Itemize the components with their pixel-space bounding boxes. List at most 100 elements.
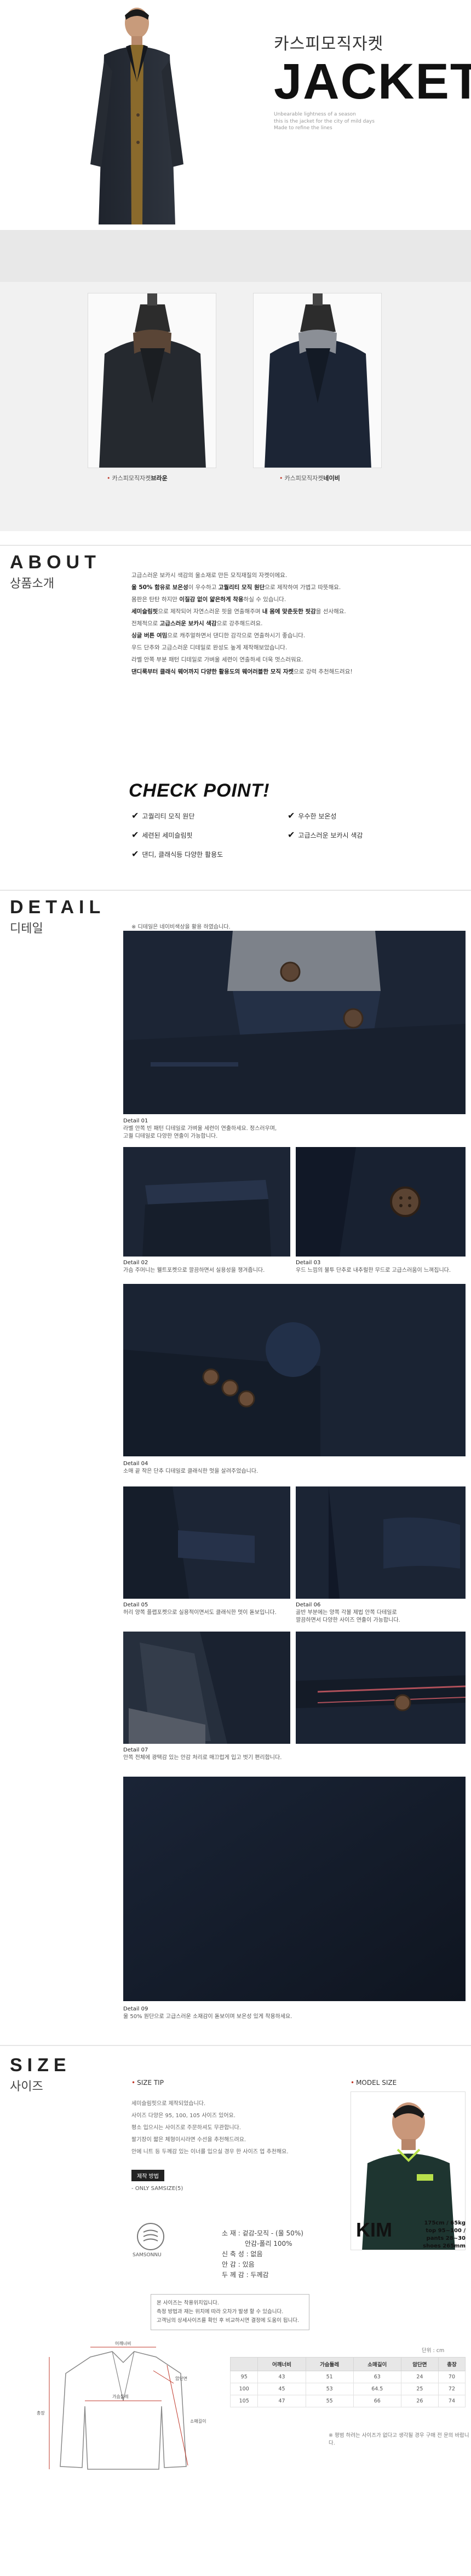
check-point-item: ✔ 세련된 세미슬림핏: [131, 829, 193, 840]
detail-photo-05: [123, 1486, 290, 1599]
about-highlight: 고퀄리티 모직 원단: [218, 584, 265, 591]
table-cell: 53: [305, 2383, 354, 2395]
fit-badge: 제작 방법: [131, 2170, 164, 2181]
spec-line: 소 재 : 겉감-모직 - (울 50%): [222, 2229, 303, 2237]
table-cell: 66: [353, 2395, 401, 2407]
table-cell: 63: [353, 2371, 401, 2383]
caption-detail-04: Detail 04 소매 끝 작은 단추 디테일로 클래식한 멋을 살려주었습니…: [123, 1460, 258, 1476]
check-point-item: ✔ 고퀄리티 모직 원단: [131, 810, 194, 821]
hero-subtitle-line: Unbearable lightness of a season: [274, 112, 356, 117]
hero-section: 카스피모직자켓 JACKET Unbearable lightness of a…: [0, 0, 471, 230]
table-cell: 26: [400, 2395, 439, 2407]
diagram-label: 어깨너비: [115, 2341, 131, 2346]
hero-title-en: JACKET: [274, 54, 471, 110]
table-row: 105 47 55 66 26 74: [229, 2395, 466, 2407]
color-card-navy: [253, 293, 382, 468]
caption-text: 안쪽 전체에 광택감 있는 안감 처리로 매끄럽게 입고 벗기 편리합니다.: [123, 1755, 282, 1761]
detail-heading-en: DETAIL: [10, 897, 106, 918]
detail-04-image: [123, 1284, 466, 1456]
table-row: 95 43 51 63 24 70: [229, 2371, 466, 2383]
detail-heading-ko: 디테일: [10, 922, 43, 936]
about-heading-en: ABOUT: [10, 552, 101, 573]
size-table-header: 암단면: [400, 2357, 439, 2371]
about-heading: ABOUT 상품소개: [10, 553, 101, 591]
about-text-span: 으로 강력 추천해드려요!: [294, 669, 353, 675]
diagram-label: 총장: [37, 2410, 45, 2416]
model-info-line: top 95~100 / pants 28~30: [426, 2228, 466, 2241]
model-size-title-text: MODEL SIZE: [356, 2079, 397, 2087]
diagram-label: 암단면: [175, 2376, 187, 2381]
color-label-brown: • 카스피모직자켓브라운: [107, 474, 168, 482]
bullet-dot-icon: •: [131, 2079, 136, 2087]
size-tip-line: 세미슬림핏으로 제작되었습니다.: [131, 2101, 206, 2107]
detail-photo-04: [123, 1284, 466, 1456]
check-point-label: 우수한 보온성: [298, 812, 337, 820]
check-point-item: ✔ 우수한 보온성: [288, 810, 336, 821]
caption-detail-02: Detail 02 가슴 주머니는 웰트포켓으로 깔끔하면서 실용성을 챙겨줍니…: [123, 1259, 265, 1275]
check-icon: ✔: [131, 849, 139, 859]
table-cell: 43: [257, 2371, 306, 2383]
about-text-span: 으로 캐주얼하면서 댄디한 감각으로 연출하시기 좋습니다.: [167, 632, 306, 639]
caption-id: Detail 09: [123, 2006, 148, 2012]
size-diagram: 어깨너비 가슴둘레 총장 소매길이 암단면: [30, 2341, 216, 2477]
about-highlight: 울 50% 함유로 보온성: [131, 584, 188, 591]
check-icon: ✔: [288, 829, 295, 840]
caption-id: Detail 02: [123, 1260, 148, 1266]
table-cell: 55: [305, 2395, 354, 2407]
about-description: 고급스러운 보카시 색감의 울소재로 만든 모직재질의 자켓이에요. 울 50% …: [131, 569, 460, 678]
model-photo: [82, 0, 192, 224]
size-tip-title-text: SIZE TIP: [137, 2079, 164, 2087]
about-heading-ko: 상품소개: [10, 577, 54, 591]
caption-detail-05: Detail 05 허리 양쪽 플랩포켓으로 실용적이면서도 클래식한 멋이 돋…: [123, 1601, 277, 1617]
size-tip-line: 팔기장이 짧은 체형이시라면 수선을 추천해드려요.: [131, 2137, 246, 2143]
table-unit: 단위 : cm: [422, 2348, 445, 2354]
table-cell: 45: [257, 2383, 306, 2395]
hero-title-ko: 카스피모직자켓: [274, 34, 384, 54]
size-tip-line: 사이즈 다양은 95, 100, 105 사이즈 있어요.: [131, 2113, 236, 2119]
color-options-section: • 카스피모직자켓브라운 • 카스피모직자켓네이비: [0, 230, 471, 531]
detail-08-image: [296, 1632, 466, 1744]
about-text-span: 라벨 안쪽 부분 패턴 디테일로 가벼울 세련이 연출하세 더욱 멋스러워요.: [131, 656, 303, 663]
fabric-icon-label: SAMSONNU: [133, 2252, 162, 2258]
detail-photo-02: [123, 1147, 290, 1257]
size-table: 어깨너비 가슴둘레 소매길이 암단면 총장 95 43 51 63 24 70 …: [229, 2357, 466, 2407]
detail-03-image: [296, 1147, 466, 1257]
about-line: 전체적으로 고급스러운 보카시 색감으로 강추해드려요.: [131, 618, 460, 630]
about-line: 우드 단추와 고급스러운 디테일로 완성도 높게 제작해보았습니다.: [131, 642, 460, 654]
detail-note: ※ 디테일은 네이비색상을 활용 하였습니다.: [131, 924, 231, 930]
caption-text: 소매 끝 작은 단추 디테일로 클래식한 멋을 살려주었습니다.: [123, 1468, 259, 1474]
about-highlight: 싱글 버튼 여밈: [131, 632, 168, 639]
color-card-brown: [88, 293, 216, 468]
caption-id: Detail 03: [296, 1260, 321, 1266]
product-page: 카스피모직자켓 JACKET Unbearable lightness of a…: [0, 0, 471, 2576]
about-line: 울 50% 함유로 보온성이 우수하고 고퀄리티 모직 원단으로 제작하여 가볍…: [131, 581, 460, 593]
size-table-header: 어깨너비: [257, 2357, 306, 2371]
hero-title-block: 카스피모직자켓 JACKET Unbearable lightness of a…: [274, 30, 471, 132]
mannequin-navy-image: [254, 293, 381, 468]
spec-line: 안 감 : 있음: [222, 2261, 255, 2268]
table-cell: 70: [438, 2371, 466, 2383]
bullet-dot-icon: •: [107, 475, 111, 482]
table-cell: 25: [400, 2383, 439, 2395]
detail-photo-06: [296, 1486, 466, 1599]
detail-photo-03: [296, 1147, 466, 1257]
about-line: 고급스러운 보카시 색감의 울소재로 만든 모직재질의 자켓이에요.: [131, 569, 460, 581]
check-point-label: 고급스러운 보카시 색감: [298, 832, 363, 839]
table-cell: 74: [438, 2395, 466, 2407]
about-line: 싱글 버튼 여밈으로 캐주얼하면서 댄디한 감각으로 연출하시기 좋습니다.: [131, 630, 460, 642]
about-text-span: 고급스러운 보카시 색감의 울소재로 만든 모직재질의 자켓이에요.: [131, 572, 288, 579]
model-info-line: 175cm / 65kg: [424, 2220, 466, 2226]
caption-text: 라벨 안쪽 빈 패턴 디테일로 가벼울 세련이 연출하세요. 정스러우며,: [123, 1126, 277, 1132]
hero-subtitle-line: Made to refine the lines: [274, 125, 332, 131]
table-cell: 72: [438, 2383, 466, 2395]
check-point-list: ✔ 고퀄리티 모직 원단 ✔ 우수한 보온성 ✔ 세련된 세미슬림핏 ✔ 고급스러운 보…: [123, 805, 471, 881]
size-heading-ko: 사이즈: [10, 2080, 43, 2094]
size-table-header: 가슴둘레: [305, 2357, 354, 2371]
check-icon: ✔: [131, 829, 139, 840]
size-table-header: 소매길이: [353, 2357, 401, 2371]
model-info: 175cm / 65kg top 95~100 / pants 28~30 sh…: [412, 2220, 466, 2250]
bullet-dot-icon: •: [351, 2079, 355, 2087]
caption-detail-01: Detail 01 라벨 안쪽 빈 패턴 디테일로 가벼울 세련이 연출하세요.…: [123, 1117, 277, 1140]
hero-subtitle: Unbearable lightness of a season this is…: [274, 111, 394, 132]
fabric-weave-icon: [143, 2229, 158, 2241]
